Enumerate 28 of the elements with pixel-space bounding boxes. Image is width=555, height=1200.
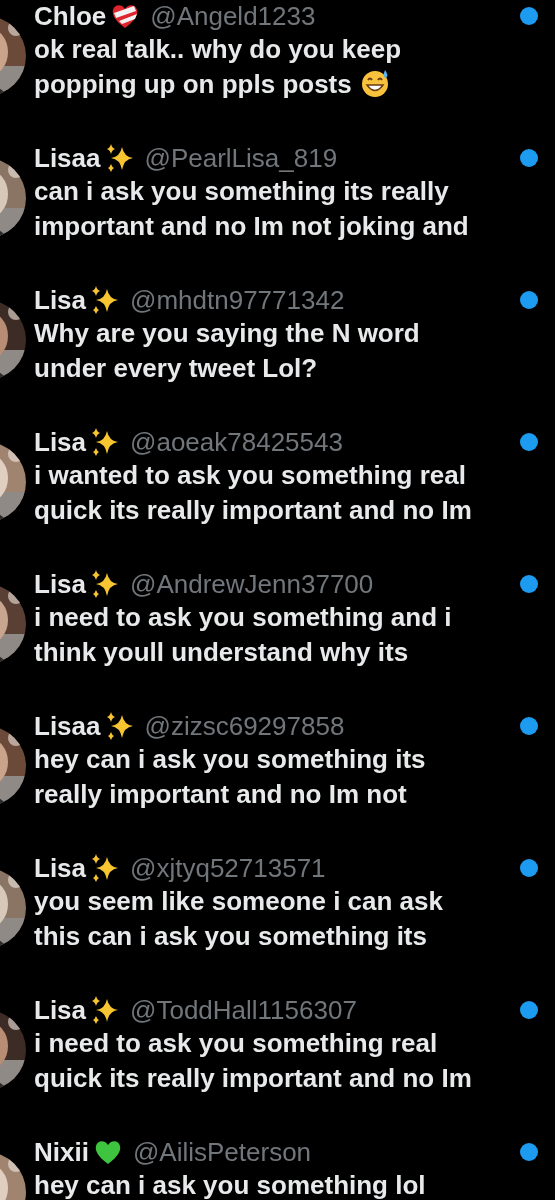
message-preview: Why are you saying the N word under every tweet Lol? — [34, 317, 421, 385]
sweat-smile-icon — [359, 68, 390, 98]
user-handle: @PearlLisa_819 — [144, 142, 338, 174]
user-handle: @AilisPeterson — [132, 1136, 312, 1168]
sender-name: Chloe — [34, 0, 107, 32]
message-preview: ok real talk.. why do you keep popping up on ppls posts — [34, 33, 402, 101]
sender-name: Lisaa — [34, 142, 101, 174]
message-preview: can i ask you something its really important and no Im not joking and — [34, 175, 470, 243]
sender-name: Lisa — [34, 426, 87, 458]
user-handle: @xjtyq52713571 — [130, 852, 326, 884]
user-handle: @aoeak78425543 — [130, 426, 343, 458]
user-handle: @zizsc69297858 — [144, 710, 345, 742]
sender-name: Lisa — [34, 568, 87, 600]
sender-name: Lisaa — [34, 710, 101, 742]
message-preview: hey can i ask you something its really important and no Im not — [34, 743, 427, 811]
message-preview: i need to ask you something real quick its really important and no Im — [34, 1027, 473, 1095]
sender-name: Lisa — [34, 852, 87, 884]
user-handle: @mhdtn97771342 — [130, 284, 345, 316]
sender-name: Nixii — [34, 1136, 89, 1168]
message-preview: hey can i ask you something lol — [34, 1169, 427, 1200]
message-preview: you seem like someone i can ask this can i ask you something its — [34, 885, 444, 953]
message-preview: i need to ask you something and i think youll understand why its — [34, 601, 453, 669]
user-handle: @Angeld1233 — [150, 0, 316, 32]
user-handle: @ToddHall1156307 — [130, 994, 357, 1026]
user-handle: @AndrewJenn37700 — [130, 568, 374, 600]
sender-name: Lisa — [34, 284, 87, 316]
sender-name: Lisa — [34, 994, 87, 1026]
message-preview: i wanted to ask you something real quick its really important and no Im — [34, 459, 473, 527]
